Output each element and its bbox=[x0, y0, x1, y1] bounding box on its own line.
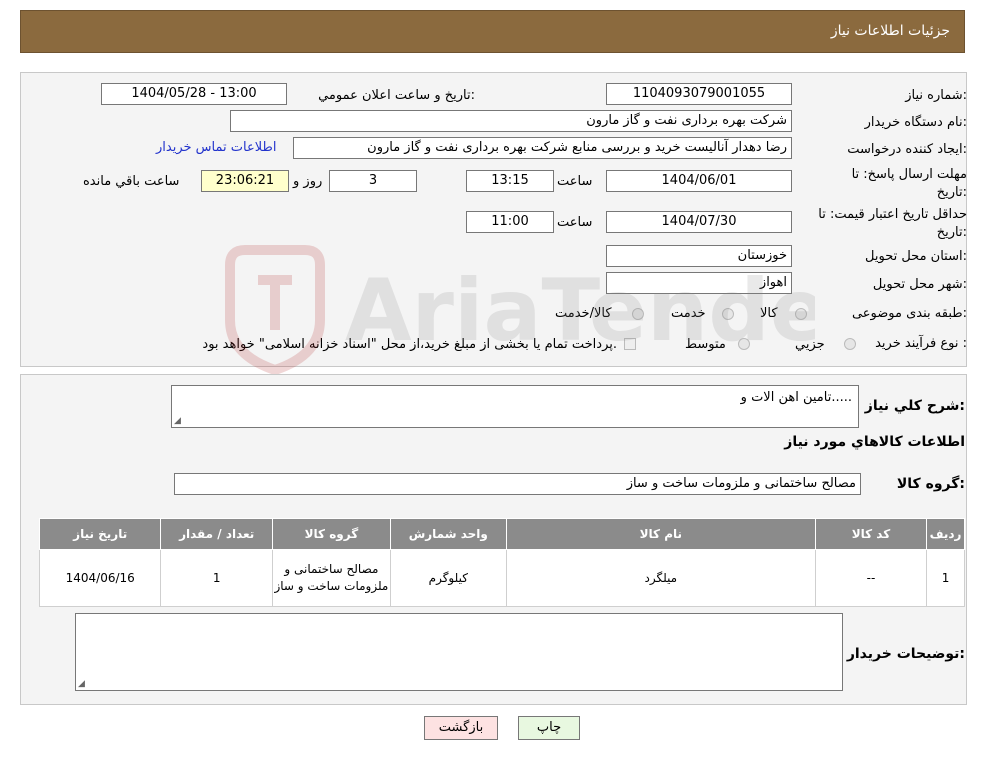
remaining-time-field: 23:06:21 bbox=[201, 170, 289, 192]
col-quantity: تعداد / مقدار bbox=[160, 518, 273, 550]
category-goods-label: کالا bbox=[760, 306, 778, 321]
need-description-text: تامین اهن الات و..... bbox=[740, 390, 852, 405]
buyer-org-field: شرکت بهره برداری نفت و گاز مارون bbox=[230, 110, 792, 132]
process-minor-radio[interactable] bbox=[844, 338, 856, 350]
process-label: نوع فرآيند خريد : bbox=[875, 336, 967, 351]
col-unit: واحد شمارش bbox=[389, 518, 507, 550]
validity-time-field: 11:00 bbox=[466, 211, 554, 233]
validity-time-label: ساعت bbox=[557, 215, 593, 230]
days-field: 3 bbox=[329, 170, 417, 192]
validity-date-field: 1404/07/30 bbox=[606, 211, 792, 233]
category-label: طبقه بندی موضوعی: bbox=[851, 306, 967, 321]
creator-field: رضا دهدار آنالیست خرید و بررسی منابع شرک… bbox=[293, 137, 792, 159]
resize-grip-icon[interactable]: ◢ bbox=[78, 680, 86, 689]
cell-goods-group: مصالح ساختمانی و ملزومات ساخت و ساز bbox=[271, 549, 391, 607]
category-goods-radio[interactable] bbox=[795, 308, 807, 320]
announce-date-field: 1404/05/28 - 13:00 bbox=[101, 83, 287, 105]
remaining-time-label: ساعت باقي مانده bbox=[83, 174, 180, 189]
col-goods-name: نام کالا bbox=[505, 518, 816, 550]
page-title: جزئیات اطلاعات نیاز bbox=[830, 23, 950, 39]
price-validity-label: حداقل تاريخ اعتبار قيمت: تا تاريخ: bbox=[818, 207, 967, 240]
need-number-label: شماره نیاز: bbox=[905, 88, 967, 103]
days-label: روز و bbox=[293, 174, 323, 189]
goods-group-label: گروه کالا: bbox=[896, 476, 965, 492]
province-field: خوزستان bbox=[606, 245, 792, 267]
reply-time-field: 13:15 bbox=[466, 170, 554, 192]
col-need-date: تاريخ نياز bbox=[38, 518, 162, 550]
col-goods-group: گروه کالا bbox=[271, 518, 391, 550]
cell-unit: کیلوگرم bbox=[389, 549, 507, 607]
buyer-notes-field[interactable]: ◢ bbox=[75, 613, 843, 691]
payment-note: پرداخت تمام يا بخشی از مبلغ خريد،از محل … bbox=[202, 337, 617, 352]
cell-need-date: 1404/06/16 bbox=[38, 549, 162, 607]
province-label: استان محل تحويل: bbox=[865, 249, 967, 264]
process-minor-label: جزيي bbox=[795, 337, 825, 352]
cell-row-number: 1 bbox=[926, 549, 965, 607]
table-row: 1404/06/16 1 مصالح ساختمانی و ملزومات سا… bbox=[38, 549, 965, 607]
category-goods-service-label: کالا/خدمت bbox=[555, 306, 612, 321]
reply-date-field: 1404/06/01 bbox=[606, 170, 792, 192]
buyer-contact-link[interactable]: اطلاعات تماس خریدار bbox=[156, 140, 276, 155]
goods-table: تاريخ نياز تعداد / مقدار گروه کالا واحد … bbox=[38, 518, 965, 607]
cell-quantity: 1 bbox=[160, 549, 273, 607]
page-header: جزئیات اطلاعات نیاز bbox=[20, 10, 965, 53]
cell-goods-code: -- bbox=[814, 549, 928, 607]
buyer-org-label: نام دستگاه خريدار: bbox=[864, 115, 967, 130]
process-medium-radio[interactable] bbox=[738, 338, 750, 350]
category-service-label: خدمت bbox=[671, 306, 706, 321]
category-goods-service-radio[interactable] bbox=[632, 308, 644, 320]
category-service-radio[interactable] bbox=[722, 308, 734, 320]
back-button[interactable]: بازگشت bbox=[424, 716, 498, 740]
need-description-field: تامین اهن الات و..... ◢ bbox=[171, 385, 859, 428]
need-number-field: 1104093079001055 bbox=[606, 83, 792, 105]
resize-grip-icon[interactable]: ◢ bbox=[174, 417, 182, 426]
goods-table-header: تاريخ نياز تعداد / مقدار گروه کالا واحد … bbox=[38, 518, 965, 550]
goods-group-field: مصالح ساختمانی و ملزومات ساخت و ساز bbox=[174, 473, 861, 495]
buyer-notes-label: توضيحات خريدار: bbox=[846, 646, 965, 662]
print-button[interactable]: چاپ bbox=[518, 716, 580, 740]
city-label: شهر محل تحويل: bbox=[872, 277, 967, 292]
city-field: اهواز bbox=[606, 272, 792, 294]
cell-goods-name: میلگرد bbox=[505, 549, 816, 607]
goods-info-title: اطلاعات کالاهاي مورد نياز bbox=[784, 434, 965, 450]
reply-time-label: ساعت bbox=[557, 174, 593, 189]
need-description-label: شرح کلي نياز: bbox=[864, 398, 965, 414]
announce-date-label: تاریخ و ساعت اعلان عمومي: bbox=[318, 88, 475, 103]
creator-label: ايجاد کننده درخواست: bbox=[847, 142, 967, 157]
reply-deadline-label: مهلت ارسال پاسخ: تا تاريخ: bbox=[851, 167, 967, 200]
process-medium-label: متوسط bbox=[685, 337, 726, 352]
col-row-number: رديف bbox=[926, 518, 965, 550]
treasury-payment-checkbox[interactable] bbox=[624, 338, 636, 350]
col-goods-code: کد کالا bbox=[814, 518, 928, 550]
